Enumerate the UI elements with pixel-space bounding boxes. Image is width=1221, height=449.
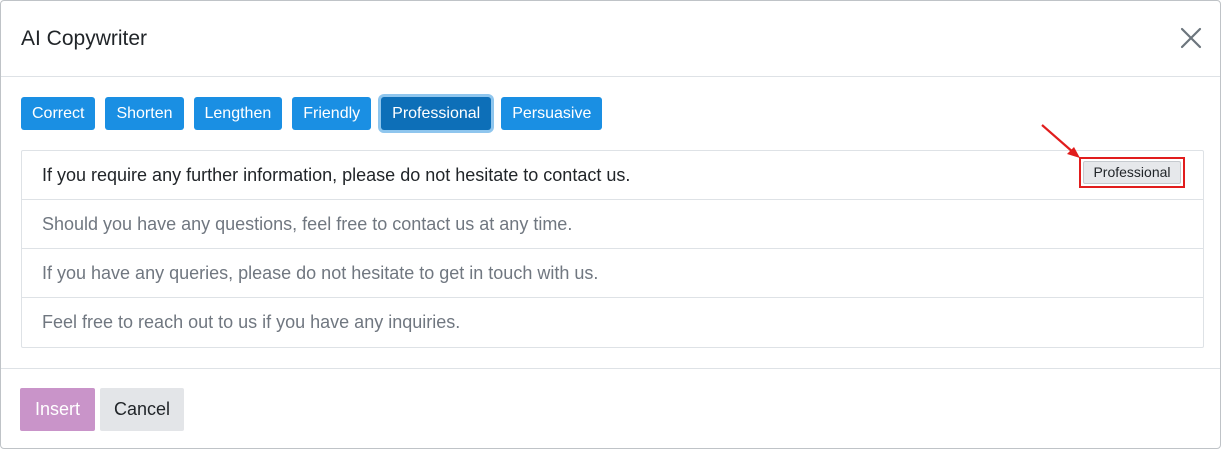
tone-professional-button[interactable]: Professional [381, 97, 492, 130]
suggestion-list: If you require any further information, … [21, 150, 1204, 348]
tone-friendly-button[interactable]: Friendly [292, 97, 372, 130]
suggestion-text: If you require any further information, … [42, 165, 631, 185]
ai-copywriter-dialog: AI Copywriter Correct Shorten Lengthen F… [0, 0, 1221, 449]
tone-persuasive-button[interactable]: Persuasive [501, 97, 603, 130]
suggestion-item[interactable]: Feel free to reach out to us if you have… [22, 298, 1203, 347]
tone-correct-button[interactable]: Correct [21, 97, 96, 130]
dialog-footer: Insert Cancel [1, 368, 1220, 448]
annotation-arrow-icon [1041, 124, 1080, 158]
suggestion-text: Feel free to reach out to us if you have… [42, 312, 461, 332]
tone-shorten-button[interactable]: Shorten [105, 97, 184, 130]
tone-tag-badge: Professional [1083, 161, 1181, 184]
suggestion-text: Should you have any questions, feel free… [42, 214, 573, 234]
close-icon[interactable] [1176, 23, 1206, 53]
suggestion-item[interactable]: Should you have any questions, feel free… [22, 200, 1203, 249]
insert-button[interactable]: Insert [20, 388, 95, 431]
dialog-title: AI Copywriter [21, 27, 148, 50]
tone-toolbar: Correct Shorten Lengthen Friendly Profes… [21, 97, 603, 130]
cancel-button[interactable]: Cancel [100, 388, 184, 431]
suggestion-text: If you have any queries, please do not h… [42, 263, 599, 283]
annotation-highlight-box: Professional [1079, 157, 1185, 188]
dialog-header: AI Copywriter [1, 1, 1220, 77]
tone-lengthen-button[interactable]: Lengthen [193, 97, 283, 130]
suggestion-item[interactable]: If you require any further information, … [22, 151, 1203, 200]
suggestion-item[interactable]: If you have any queries, please do not h… [22, 249, 1203, 298]
